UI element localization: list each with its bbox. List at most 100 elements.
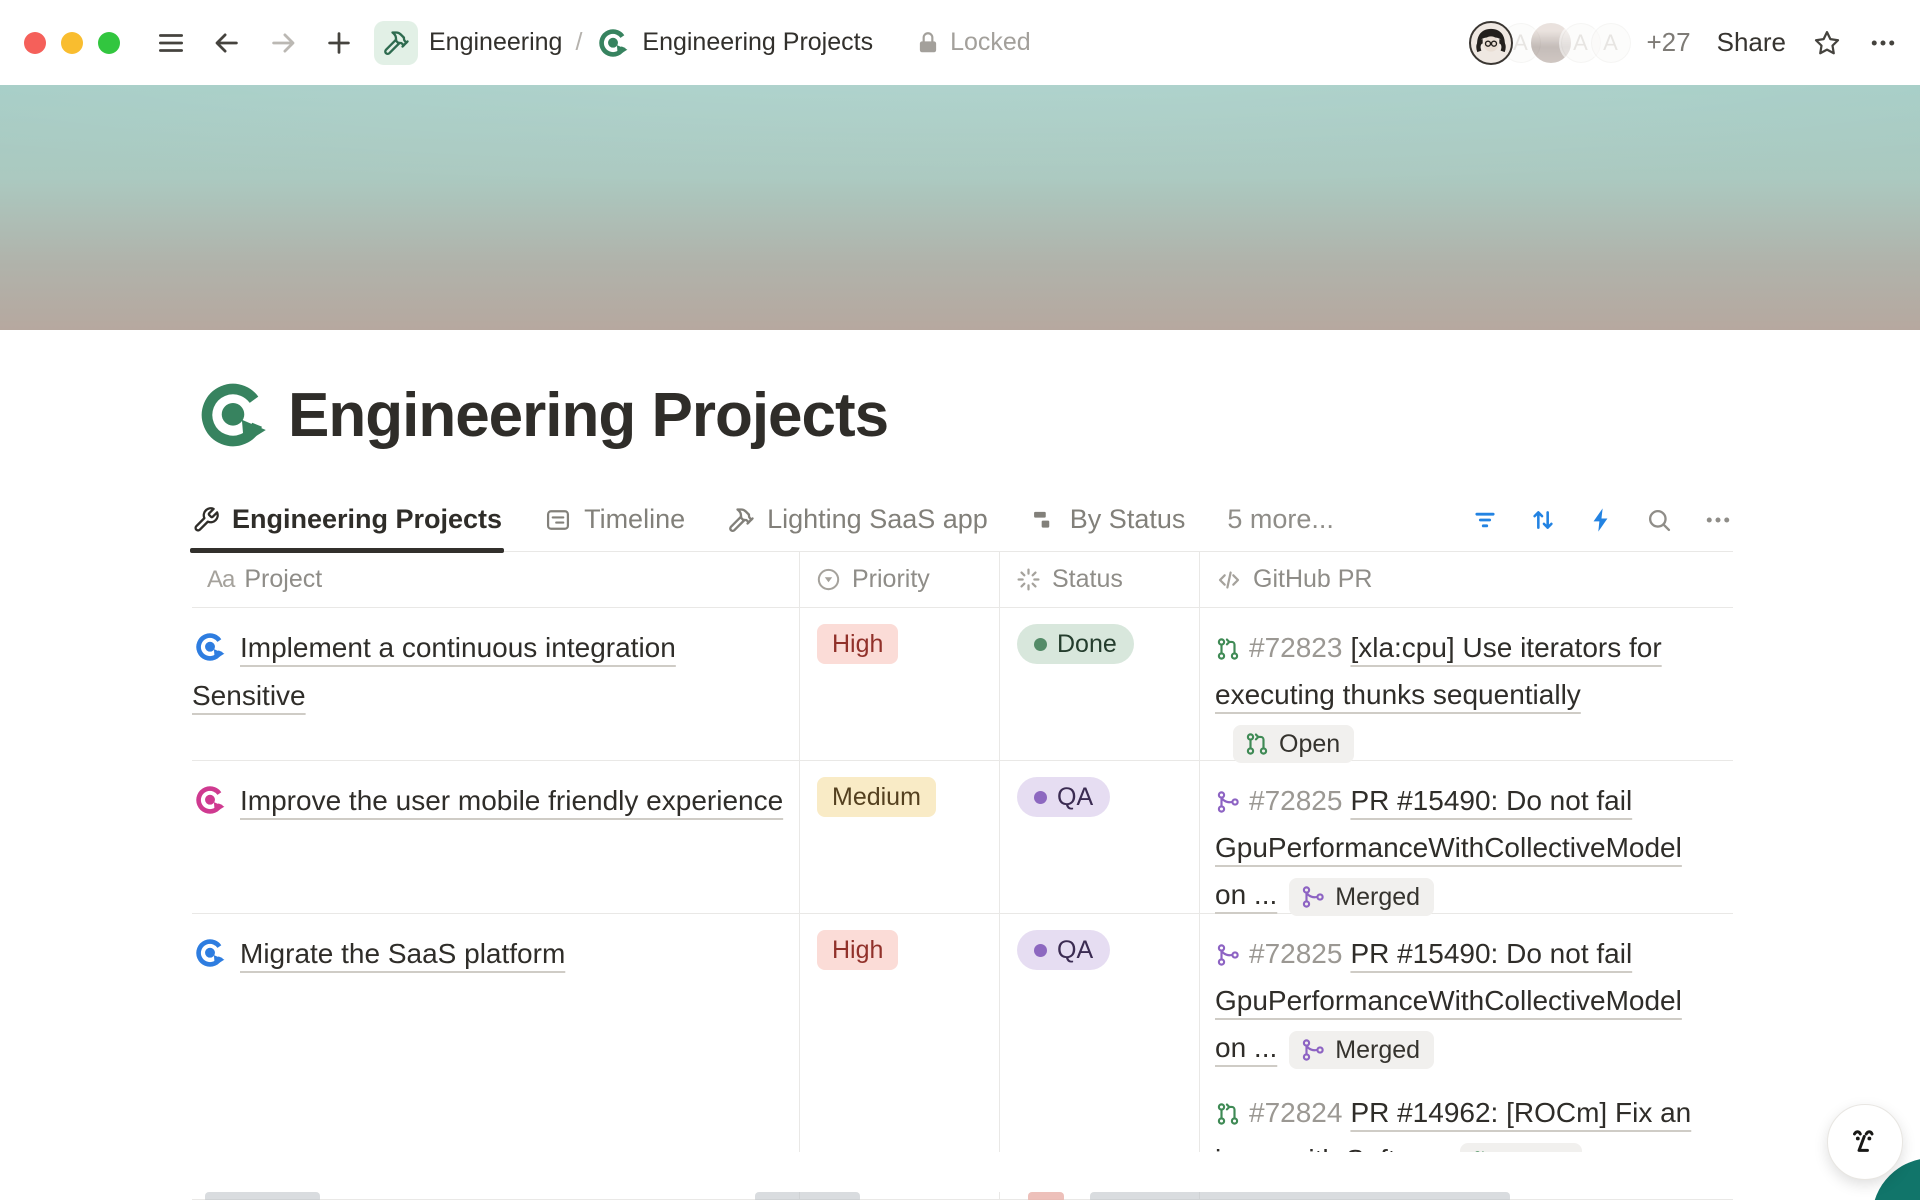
sidebar-menu-icon[interactable] — [156, 28, 186, 58]
merge-icon — [1215, 942, 1241, 968]
page-title[interactable]: Engineering Projects — [288, 380, 888, 451]
pr-state-badge: Open — [1233, 725, 1354, 763]
github-pr-mention: #72825PR #15490: Do not fail GpuPerforma… — [1215, 930, 1719, 1071]
share-button[interactable]: Share — [1717, 27, 1786, 58]
notion-ai-face-icon — [1844, 1121, 1886, 1163]
filter-icon[interactable] — [1471, 506, 1499, 534]
more-views-button[interactable]: 5 more... — [1227, 504, 1334, 535]
active-tab-underline — [190, 548, 504, 553]
close-window-button[interactable] — [24, 32, 46, 54]
bottom-fade — [0, 1152, 1920, 1192]
pr-number: #72824 — [1249, 1097, 1342, 1128]
breadcrumb: Engineering / Engineering Projects — [374, 21, 873, 65]
avatar[interactable]: A — [1589, 21, 1633, 65]
merge-icon — [1215, 789, 1241, 815]
code-icon — [1215, 566, 1243, 594]
github-pr-mention: #72823[xla:cpu] Use iterators for execut… — [1215, 624, 1719, 765]
text-property-icon: Aa — [207, 566, 234, 594]
status-tag[interactable]: QA — [1017, 777, 1110, 817]
view-options-icon[interactable] — [1703, 505, 1733, 535]
favorite-star-icon[interactable] — [1812, 28, 1842, 58]
view-tab-label: Lighting SaaS app — [767, 504, 988, 535]
priority-cell[interactable]: High — [800, 608, 1000, 760]
window-titlebar: Engineering / Engineering Projects Locke… — [0, 0, 1920, 85]
select-icon — [815, 566, 842, 593]
priority-tag[interactable]: High — [817, 930, 898, 970]
presence-overflow-count[interactable]: +27 — [1647, 27, 1691, 58]
priority-cell[interactable]: Medium — [800, 761, 1000, 913]
zoom-window-button[interactable] — [98, 32, 120, 54]
page-logo-icon — [595, 25, 631, 61]
priority-tag[interactable]: High — [817, 624, 898, 664]
column-header-label: Priority — [852, 565, 930, 594]
project-cell[interactable]: Improve the user mobile friendly experie… — [192, 761, 800, 913]
project-cell[interactable]: Implement a continuous integration Sensi… — [192, 608, 800, 760]
workspace-icon[interactable] — [374, 21, 418, 65]
automation-bolt-icon[interactable] — [1587, 506, 1615, 534]
view-tab-label: Engineering Projects — [232, 504, 502, 535]
forward-icon[interactable] — [268, 28, 298, 58]
github-pr-cell[interactable]: #72825PR #15490: Do not fail GpuPerforma… — [1200, 761, 1733, 913]
project-page-icon — [192, 782, 228, 818]
column-header-github_pr[interactable]: GitHub PR — [1200, 552, 1733, 607]
table-row: Implement a continuous integration Sensi… — [192, 608, 1733, 761]
merge-icon — [1300, 884, 1326, 910]
column-header-priority[interactable]: Priority — [800, 552, 1000, 607]
board-icon — [1030, 506, 1058, 534]
clipped-row-fragment — [205, 1192, 320, 1200]
github-pr-mention: #72825PR #15490: Do not fail GpuPerforma… — [1215, 777, 1719, 918]
database-view-tabs: Engineering Projects Timeline Lighting Saa… — [192, 488, 1733, 552]
view-tab-engineering-projects[interactable]: Engineering Projects — [192, 488, 502, 551]
view-tab-label: Timeline — [584, 504, 685, 535]
priority-tag[interactable]: Medium — [817, 777, 936, 817]
breadcrumb-separator: / — [575, 28, 582, 57]
more-options-icon[interactable] — [1868, 28, 1898, 58]
locked-label: Locked — [950, 28, 1031, 57]
column-header-label: Project — [244, 565, 322, 594]
breadcrumb-page[interactable]: Engineering Projects — [642, 28, 873, 57]
view-tab-by-status[interactable]: By Status — [1030, 488, 1186, 551]
search-icon[interactable] — [1645, 506, 1673, 534]
traffic-lights — [24, 32, 120, 54]
view-tab-lighting-saas-app[interactable]: Lighting SaaS app — [727, 488, 988, 551]
status-tag[interactable]: Done — [1017, 624, 1134, 664]
pr-state-label: Merged — [1335, 1027, 1420, 1074]
minimize-window-button[interactable] — [61, 32, 83, 54]
page-icon[interactable] — [192, 374, 274, 456]
presence-avatars: AAA — [1469, 21, 1633, 65]
project-link[interactable]: Implement a continuous integration Sensi… — [192, 632, 676, 711]
view-tab-timeline[interactable]: Timeline — [544, 488, 685, 551]
hammer-icon — [727, 506, 755, 534]
project-link[interactable]: Improve the user mobile friendly experie… — [240, 785, 783, 816]
status-cell[interactable]: Done — [1000, 608, 1200, 760]
status-tag[interactable]: QA — [1017, 930, 1110, 970]
column-header-status[interactable]: Status — [1000, 552, 1200, 607]
pr-state-badge: Merged — [1289, 1031, 1434, 1069]
clipped-row-fragment — [1028, 1192, 1064, 1200]
project-page-icon — [192, 629, 228, 665]
notion-ai-button[interactable] — [1827, 1104, 1903, 1180]
new-page-icon[interactable] — [324, 28, 354, 58]
github-pr-cell[interactable]: #72823[xla:cpu] Use iterators for execut… — [1200, 608, 1733, 760]
project-link[interactable]: Migrate the SaaS platform — [240, 938, 565, 969]
back-icon[interactable] — [212, 28, 242, 58]
status-cell[interactable]: QA — [1000, 761, 1200, 913]
merge-icon — [1300, 1037, 1326, 1063]
pr-state-badge: Merged — [1289, 878, 1434, 916]
locked-toggle[interactable]: Locked — [915, 28, 1031, 57]
pull-request-icon — [1215, 1101, 1241, 1127]
status-burst-icon — [1015, 566, 1042, 593]
status-dot — [1034, 944, 1047, 957]
column-header-project[interactable]: Aa Project — [192, 552, 800, 607]
pr-number: #72825 — [1249, 785, 1342, 816]
wrench-icon — [192, 506, 220, 534]
column-header-label: GitHub PR — [1253, 565, 1372, 594]
avatar[interactable] — [1469, 21, 1513, 65]
status-dot — [1034, 791, 1047, 804]
breadcrumb-workspace[interactable]: Engineering — [429, 28, 562, 57]
column-header-label: Status — [1052, 565, 1123, 594]
pull-request-icon — [1244, 731, 1270, 757]
clipped-row-fragment — [1090, 1192, 1510, 1200]
sort-icon[interactable] — [1529, 506, 1557, 534]
project-page-icon — [192, 935, 228, 971]
